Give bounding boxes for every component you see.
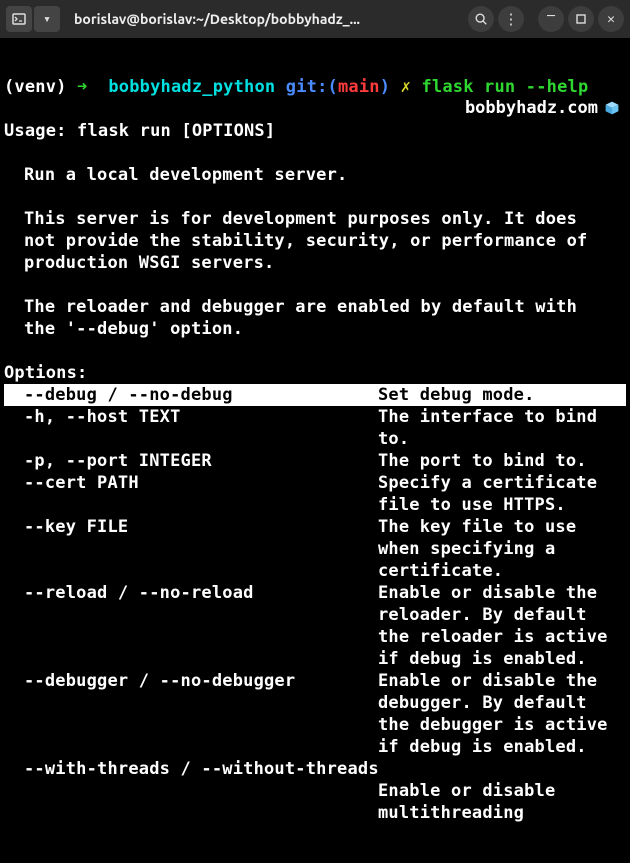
- search-icon: [474, 12, 488, 26]
- option-desc: Enable or disable multithreading: [378, 780, 626, 824]
- maximize-icon: [576, 14, 586, 24]
- option-desc: The interface to bind to.: [378, 406, 626, 450]
- option-flag: -h, --host TEXT: [4, 406, 378, 450]
- option-row: -h, --host TEXTThe interface to bind to.: [4, 406, 626, 450]
- option-flag: --debug / --no-debug: [4, 384, 378, 406]
- option-row: --cert PATHSpecify a certificate file to…: [4, 472, 626, 516]
- watermark: bobbyhadz.com: [465, 98, 620, 118]
- watermark-text: bobbyhadz.com: [465, 98, 598, 118]
- minimize-icon: ─: [547, 9, 555, 24]
- close-icon: ✕: [607, 12, 615, 27]
- option-flag: --key FILE: [4, 516, 378, 582]
- cube-icon: [604, 100, 620, 116]
- minimize-button[interactable]: ─: [538, 6, 564, 32]
- option-row: -p, --port INTEGERThe port to bind to.: [4, 450, 626, 472]
- titlebar-left-buttons: ▾: [6, 6, 60, 32]
- close-button[interactable]: ✕: [598, 6, 624, 32]
- option-desc: Specify a certificate file to use HTTPS.: [378, 472, 626, 516]
- chevron-down-icon: ▾: [43, 12, 51, 27]
- option-desc: The key file to use when specifying a ce…: [378, 516, 626, 582]
- maximize-button[interactable]: [568, 6, 594, 32]
- description-para-2: This server is for development purposes …: [4, 208, 626, 274]
- window-title: borislav@borislav:~/Desktop/bobbyhadz_..…: [64, 11, 464, 27]
- description-para-1: Run a local development server.: [4, 164, 626, 186]
- menu-button[interactable]: ⋮: [498, 6, 524, 32]
- options-header: Options:: [4, 362, 626, 384]
- option-flag: --debugger / --no-debugger: [4, 670, 378, 758]
- option-row: Enable or disable multithreading: [4, 780, 626, 824]
- dropdown-button[interactable]: ▾: [34, 6, 60, 32]
- option-flag: --cert PATH: [4, 472, 378, 516]
- option-desc: The port to bind to.: [378, 450, 626, 472]
- kebab-menu-icon: ⋮: [504, 12, 519, 27]
- option-row: --key FILEThe key file to use when speci…: [4, 516, 626, 582]
- usage-line: Usage: flask run [OPTIONS]: [4, 120, 626, 142]
- options-list: --debug / --no-debugSet debug mode.-h, -…: [4, 384, 626, 824]
- window-titlebar: ▾ borislav@borislav:~/Desktop/bobbyhadz_…: [0, 0, 630, 38]
- terminal-icon: [11, 11, 27, 27]
- option-flag: --with-threads / --without-threads: [4, 758, 626, 780]
- option-flag: --reload / --no-reload: [4, 582, 378, 670]
- option-desc: Enable or disable the debugger. By defau…: [378, 670, 626, 758]
- option-desc: Enable or disable the reloader. By defau…: [378, 582, 626, 670]
- option-row: --debugger / --no-debuggerEnable or disa…: [4, 670, 626, 758]
- option-row: --reload / --no-reloadEnable or disable …: [4, 582, 626, 670]
- option-flag: -p, --port INTEGER: [4, 450, 378, 472]
- prompt-line: (venv) ➜ bobbyhadz_python git:(main) ✗ f…: [4, 54, 626, 98]
- search-button[interactable]: [468, 6, 494, 32]
- option-desc: Set debug mode.: [378, 384, 626, 406]
- terminal-area[interactable]: (venv) ➜ bobbyhadz_python git:(main) ✗ ;…: [0, 38, 630, 824]
- new-tab-button[interactable]: [6, 6, 32, 32]
- option-row: --debug / --no-debugSet debug mode.: [4, 384, 626, 406]
- prompt-line-prev: (venv) ➜ bobbyhadz_python git:(main) ✗ ;: [4, 40, 626, 54]
- description-para-3: The reloader and debugger are enabled by…: [4, 296, 626, 340]
